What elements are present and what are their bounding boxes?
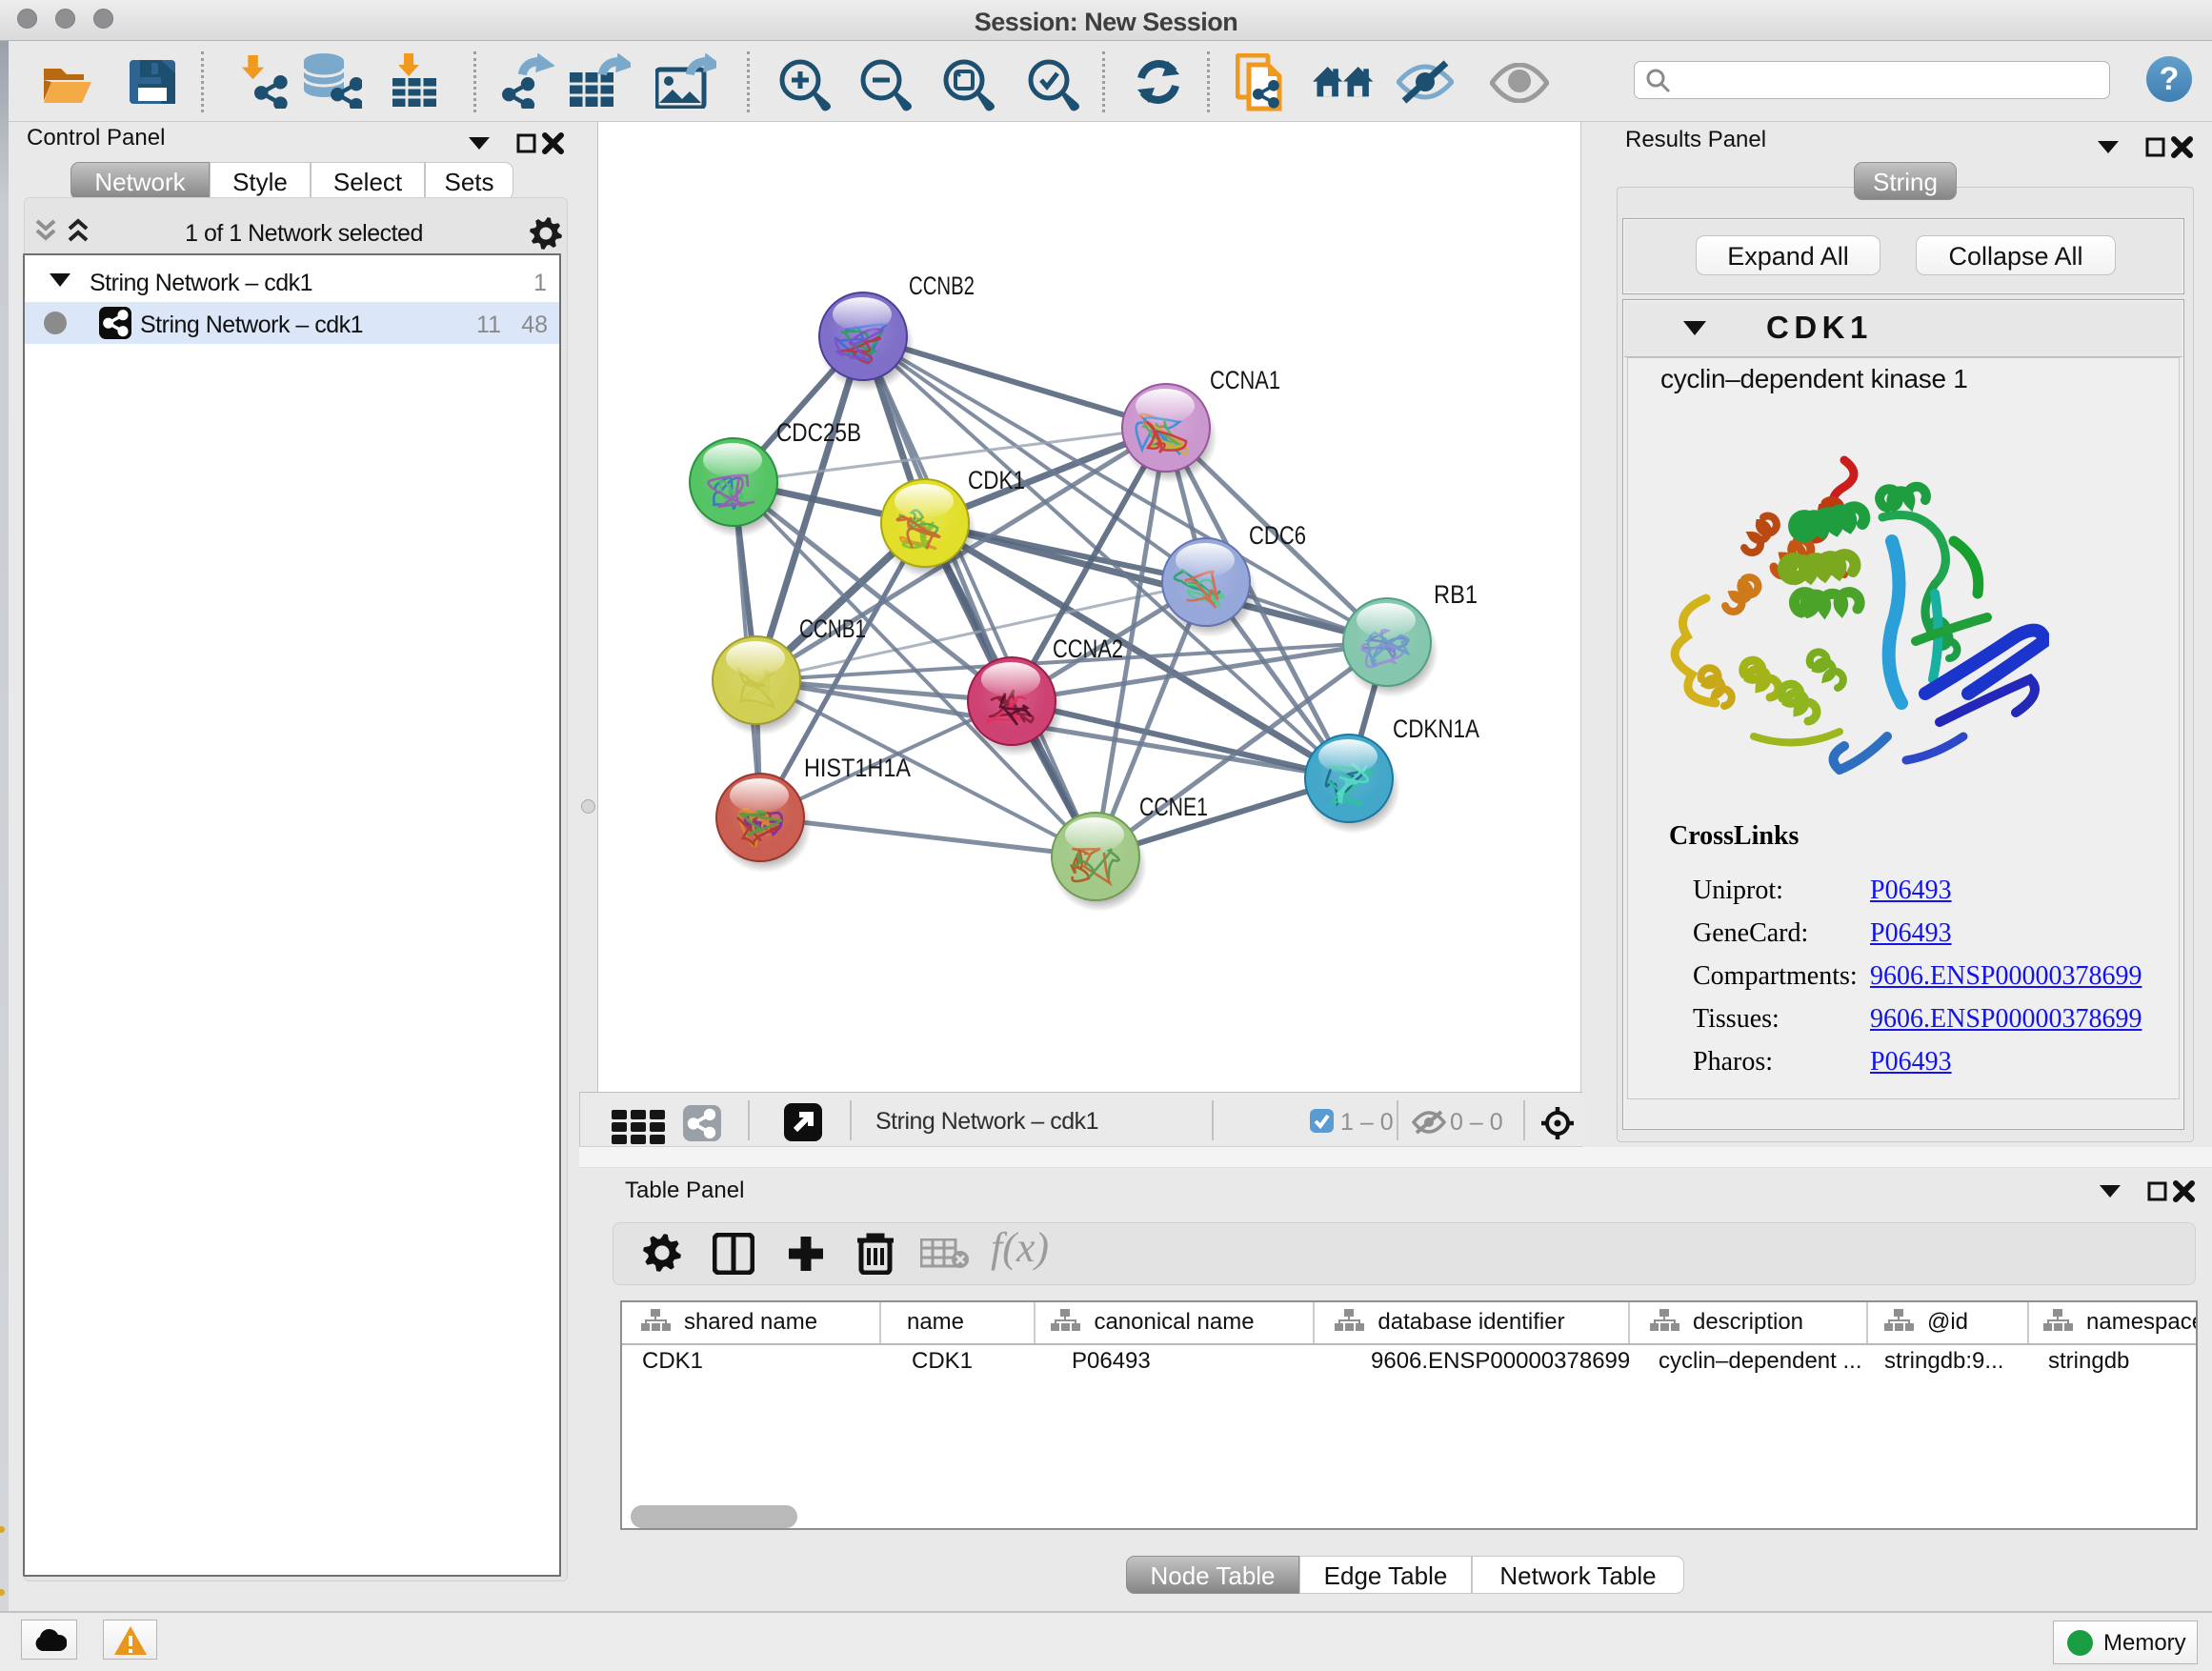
svg-text:CDC6: CDC6 (1249, 521, 1306, 550)
svg-text:CCNB2: CCNB2 (909, 272, 975, 300)
svg-text:CCNB1: CCNB1 (799, 614, 866, 643)
svg-text:CDC25B: CDC25B (776, 418, 861, 447)
svg-text:CCNE1: CCNE1 (1139, 793, 1208, 821)
svg-text:CCNA2: CCNA2 (1053, 634, 1123, 663)
svg-text:CCNA1: CCNA1 (1210, 366, 1280, 394)
svg-text:RB1: RB1 (1434, 580, 1478, 609)
svg-text:CDK1: CDK1 (968, 466, 1025, 494)
svg-text:CDKN1A: CDKN1A (1393, 715, 1479, 743)
svg-text:HIST1H1A: HIST1H1A (804, 754, 911, 782)
